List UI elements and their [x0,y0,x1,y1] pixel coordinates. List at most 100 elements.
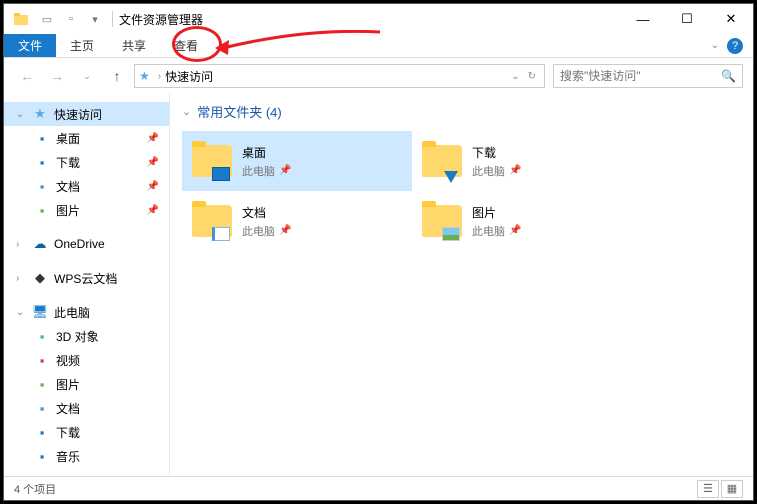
folder-icon: ▪ [34,400,50,416]
refresh-icon[interactable]: ↻ [524,71,540,82]
pin-icon: 📌 [509,225,521,236]
pc-icon: 🖥 [32,304,48,320]
sidebar-item[interactable]: ▪3D 对象 [4,324,169,348]
search-input[interactable] [560,69,721,83]
sidebar-item-label: 文档 [56,400,80,417]
tile-location: 此电脑📌 [242,223,291,239]
sidebar-label: WPS云文档 [54,270,117,287]
address-dropdown-icon[interactable]: ⌄ [507,71,523,82]
tile-location: 此电脑📌 [242,163,291,179]
titlebar: ▭ ▫ ▾ 文件资源管理器 ― ☐ ✕ [4,4,753,34]
pin-icon: 📌 [147,205,159,216]
folder-icon: ▪ [34,376,50,392]
pin-icon: 📌 [279,165,291,176]
icons-view-button[interactable]: ▦ [721,480,743,498]
folder-tile[interactable]: 文档此电脑📌 [182,191,412,251]
window-controls: ― ☐ ✕ [621,4,753,34]
help-icon[interactable]: ? [727,38,743,54]
tile-location: 此电脑📌 [472,223,521,239]
folder-icon: ▪ [34,424,50,440]
picture-icon: ▪ [34,202,50,218]
navigation-bar: ← → ⌄ ↑ ★ › 快速访问 ⌄ ↻ 🔍 [4,58,753,94]
sidebar-item-label: 视频 [56,352,80,369]
folder-icon [190,139,234,183]
close-button[interactable]: ✕ [709,4,753,34]
sidebar-item-label: 图片 [56,376,80,393]
divider [112,11,113,27]
sidebar-label: 此电脑 [54,304,90,321]
folder-tile[interactable]: 桌面此电脑📌 [182,131,412,191]
address-bar[interactable]: ★ › 快速访问 ⌄ ↻ [134,64,545,88]
tab-share[interactable]: 共享 [108,34,160,57]
tab-home[interactable]: 主页 [56,34,108,57]
breadcrumb[interactable]: 快速访问 [165,68,213,85]
sidebar-quick-access[interactable]: ⌄ ★ 快速访问 [4,102,169,126]
sidebar-this-pc[interactable]: ⌄ 🖥 此电脑 [4,300,169,324]
folder-tile[interactable]: 图片此电脑📌 [412,191,642,251]
sidebar-item[interactable]: ▪下载📌 [4,150,169,174]
status-text: 4 个项目 [14,481,56,497]
chevron-right-icon[interactable]: › [16,239,26,250]
sidebar-item[interactable]: ▪下载 [4,420,169,444]
maximize-button[interactable]: ☐ [665,4,709,34]
folder-icon: ▪ [34,352,50,368]
expand-ribbon-icon[interactable]: ⌄ [711,40,719,51]
ribbon-tabs: 文件 主页 共享 查看 ⌄ ? [4,34,753,58]
folder-icon: ▪ [34,448,50,464]
forward-button[interactable]: → [44,63,70,89]
star-icon: ★ [32,106,48,122]
sidebar-item[interactable]: ▪ 图片 📌 [4,198,169,222]
group-header[interactable]: ⌄ 常用文件夹 (4) [182,102,741,121]
tab-view[interactable]: 查看 [160,34,212,57]
sidebar-item[interactable]: ▪ 视频 [4,348,169,372]
pin-icon: 📌 [147,133,159,144]
sidebar-item-label: 音乐 [56,448,80,465]
sidebar-wps[interactable]: › ◆ WPS云文档 [4,266,169,290]
quick-access-star-icon: ★ [139,69,150,83]
qat-dropdown-icon[interactable]: ▾ [84,8,106,30]
sidebar-item[interactable]: ▪文档📌 [4,174,169,198]
sidebar-item[interactable]: ▪ 文档 [4,396,169,420]
chevron-down-icon[interactable]: ⌄ [16,109,26,120]
sidebar-item[interactable]: ▪ 图片 [4,372,169,396]
sidebar-label: 快速访问 [54,106,102,123]
details-view-button[interactable]: ☰ [697,480,719,498]
pin-icon: 📌 [509,165,521,176]
folder-tile[interactable]: 下载此电脑📌 [412,131,642,191]
folder-icon [190,199,234,243]
tile-name: 图片 [472,204,521,221]
content-pane: ⌄ 常用文件夹 (4) 桌面此电脑📌下载此电脑📌文档此电脑📌图片此电脑📌 [170,94,753,476]
tile-name: 下载 [472,144,521,161]
status-bar: 4 个项目 ☰ ▦ [4,476,753,500]
tile-name: 文档 [242,204,291,221]
sidebar-label: OneDrive [54,237,105,251]
sidebar-item-label: 3D 对象 [56,328,99,345]
qat-properties-icon[interactable]: ▭ [36,8,58,30]
folder-tiles: 桌面此电脑📌下载此电脑📌文档此电脑📌图片此电脑📌 [182,131,741,251]
chevron-down-icon[interactable]: ⌄ [16,307,26,318]
window-title: 文件资源管理器 [119,11,203,28]
up-button[interactable]: ↑ [104,63,130,89]
qat-new-icon[interactable]: ▫ [60,8,82,30]
minimize-button[interactable]: ― [621,4,665,34]
chevron-right-icon[interactable]: › [16,273,26,284]
search-box[interactable]: 🔍 [553,64,743,88]
document-icon: ▪ [34,178,50,194]
sidebar-item-label: 图片 [56,202,80,219]
group-title: 常用文件夹 (4) [197,102,282,121]
chevron-right-icon[interactable]: › [158,71,161,82]
sidebar-onedrive[interactable]: › ☁ OneDrive [4,232,169,256]
sidebar-item[interactable]: ▪ 音乐 [4,444,169,468]
desktop-icon: ▪ [34,130,50,146]
sidebar-item-label: 桌面 [56,130,80,147]
back-button[interactable]: ← [14,63,40,89]
sidebar-item[interactable]: ▪ 桌面 📌 [4,126,169,150]
sidebar-item-label: 下载 [56,154,80,171]
pin-icon: 📌 [147,157,159,168]
pin-icon: 📌 [147,181,159,192]
search-icon[interactable]: 🔍 [721,69,736,83]
tab-file[interactable]: 文件 [4,34,56,57]
recent-dropdown-icon[interactable]: ⌄ [74,63,100,89]
folder-icon [420,139,464,183]
chevron-down-icon[interactable]: ⌄ [182,105,191,118]
